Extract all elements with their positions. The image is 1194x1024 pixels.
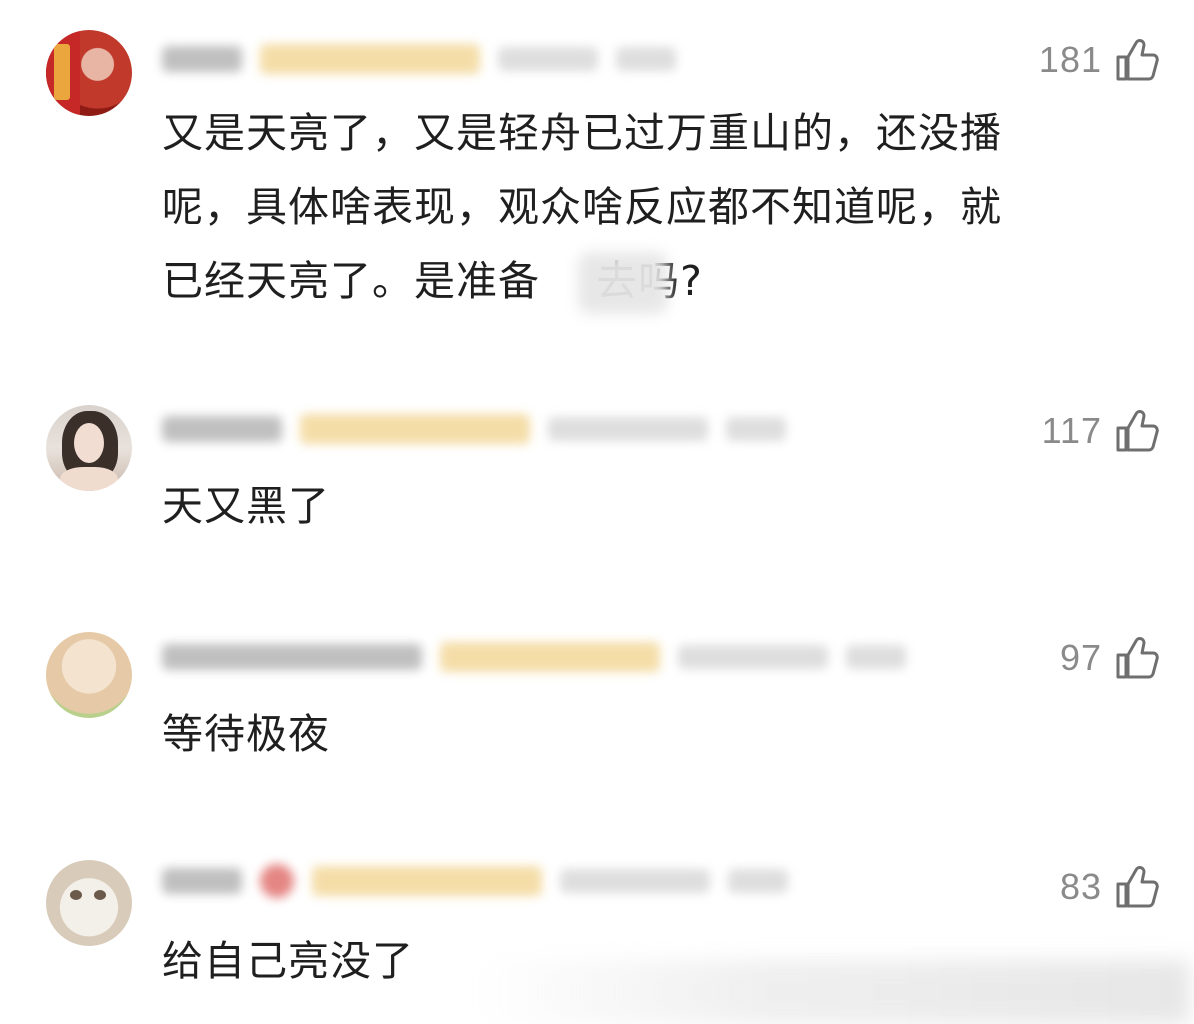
badge — [312, 866, 542, 896]
censor-blur — [578, 252, 668, 314]
username[interactable] — [162, 644, 422, 670]
like-count: 83 — [1059, 866, 1102, 907]
like-count: 181 — [1038, 39, 1102, 80]
thumbs-up-icon — [1116, 39, 1159, 81]
timestamp — [548, 417, 708, 441]
timestamp — [560, 869, 710, 893]
username[interactable] — [162, 416, 282, 442]
comment-text: 等待极夜 — [162, 697, 1122, 771]
comment-meta — [162, 864, 788, 898]
like-count: 117 — [1041, 410, 1102, 451]
username[interactable] — [162, 46, 242, 72]
text-line: 呢，具体啥表现，观众啥反应都不知道呢，就 — [162, 183, 1002, 231]
avatar[interactable] — [46, 30, 132, 116]
medal-icon — [260, 864, 294, 898]
avatar[interactable] — [46, 632, 132, 718]
like-button[interactable]: 83 — [1060, 862, 1160, 912]
timestamp — [498, 47, 598, 71]
username[interactable] — [162, 868, 242, 894]
badge — [440, 642, 660, 672]
thumbs-up-icon — [1116, 410, 1159, 452]
location — [728, 869, 788, 893]
thumbs-up-icon — [1116, 866, 1159, 908]
location — [846, 645, 906, 669]
avatar[interactable] — [46, 405, 132, 491]
badge — [260, 44, 480, 74]
location — [726, 417, 786, 441]
like-button[interactable]: 97 — [1060, 633, 1160, 683]
text-line: 等待极夜 — [162, 710, 330, 758]
comment-meta — [162, 412, 786, 446]
like-count: 97 — [1059, 637, 1102, 678]
comment-text: 天又黑了 — [162, 469, 1122, 543]
watermark-blur — [470, 960, 1190, 1024]
timestamp — [678, 645, 828, 669]
text-line: 天又黑了 — [162, 482, 330, 530]
badge — [300, 414, 530, 444]
thumbs-up-icon — [1116, 637, 1159, 679]
like-button[interactable]: 117 — [1042, 406, 1160, 456]
location — [616, 47, 676, 71]
text-line: 又是天亮了，又是轻舟已过万重山的，还没播 — [162, 109, 1002, 157]
like-button[interactable]: 181 — [1039, 35, 1160, 85]
comment-meta — [162, 42, 676, 76]
avatar[interactable] — [46, 860, 132, 946]
comment-meta — [162, 640, 906, 674]
